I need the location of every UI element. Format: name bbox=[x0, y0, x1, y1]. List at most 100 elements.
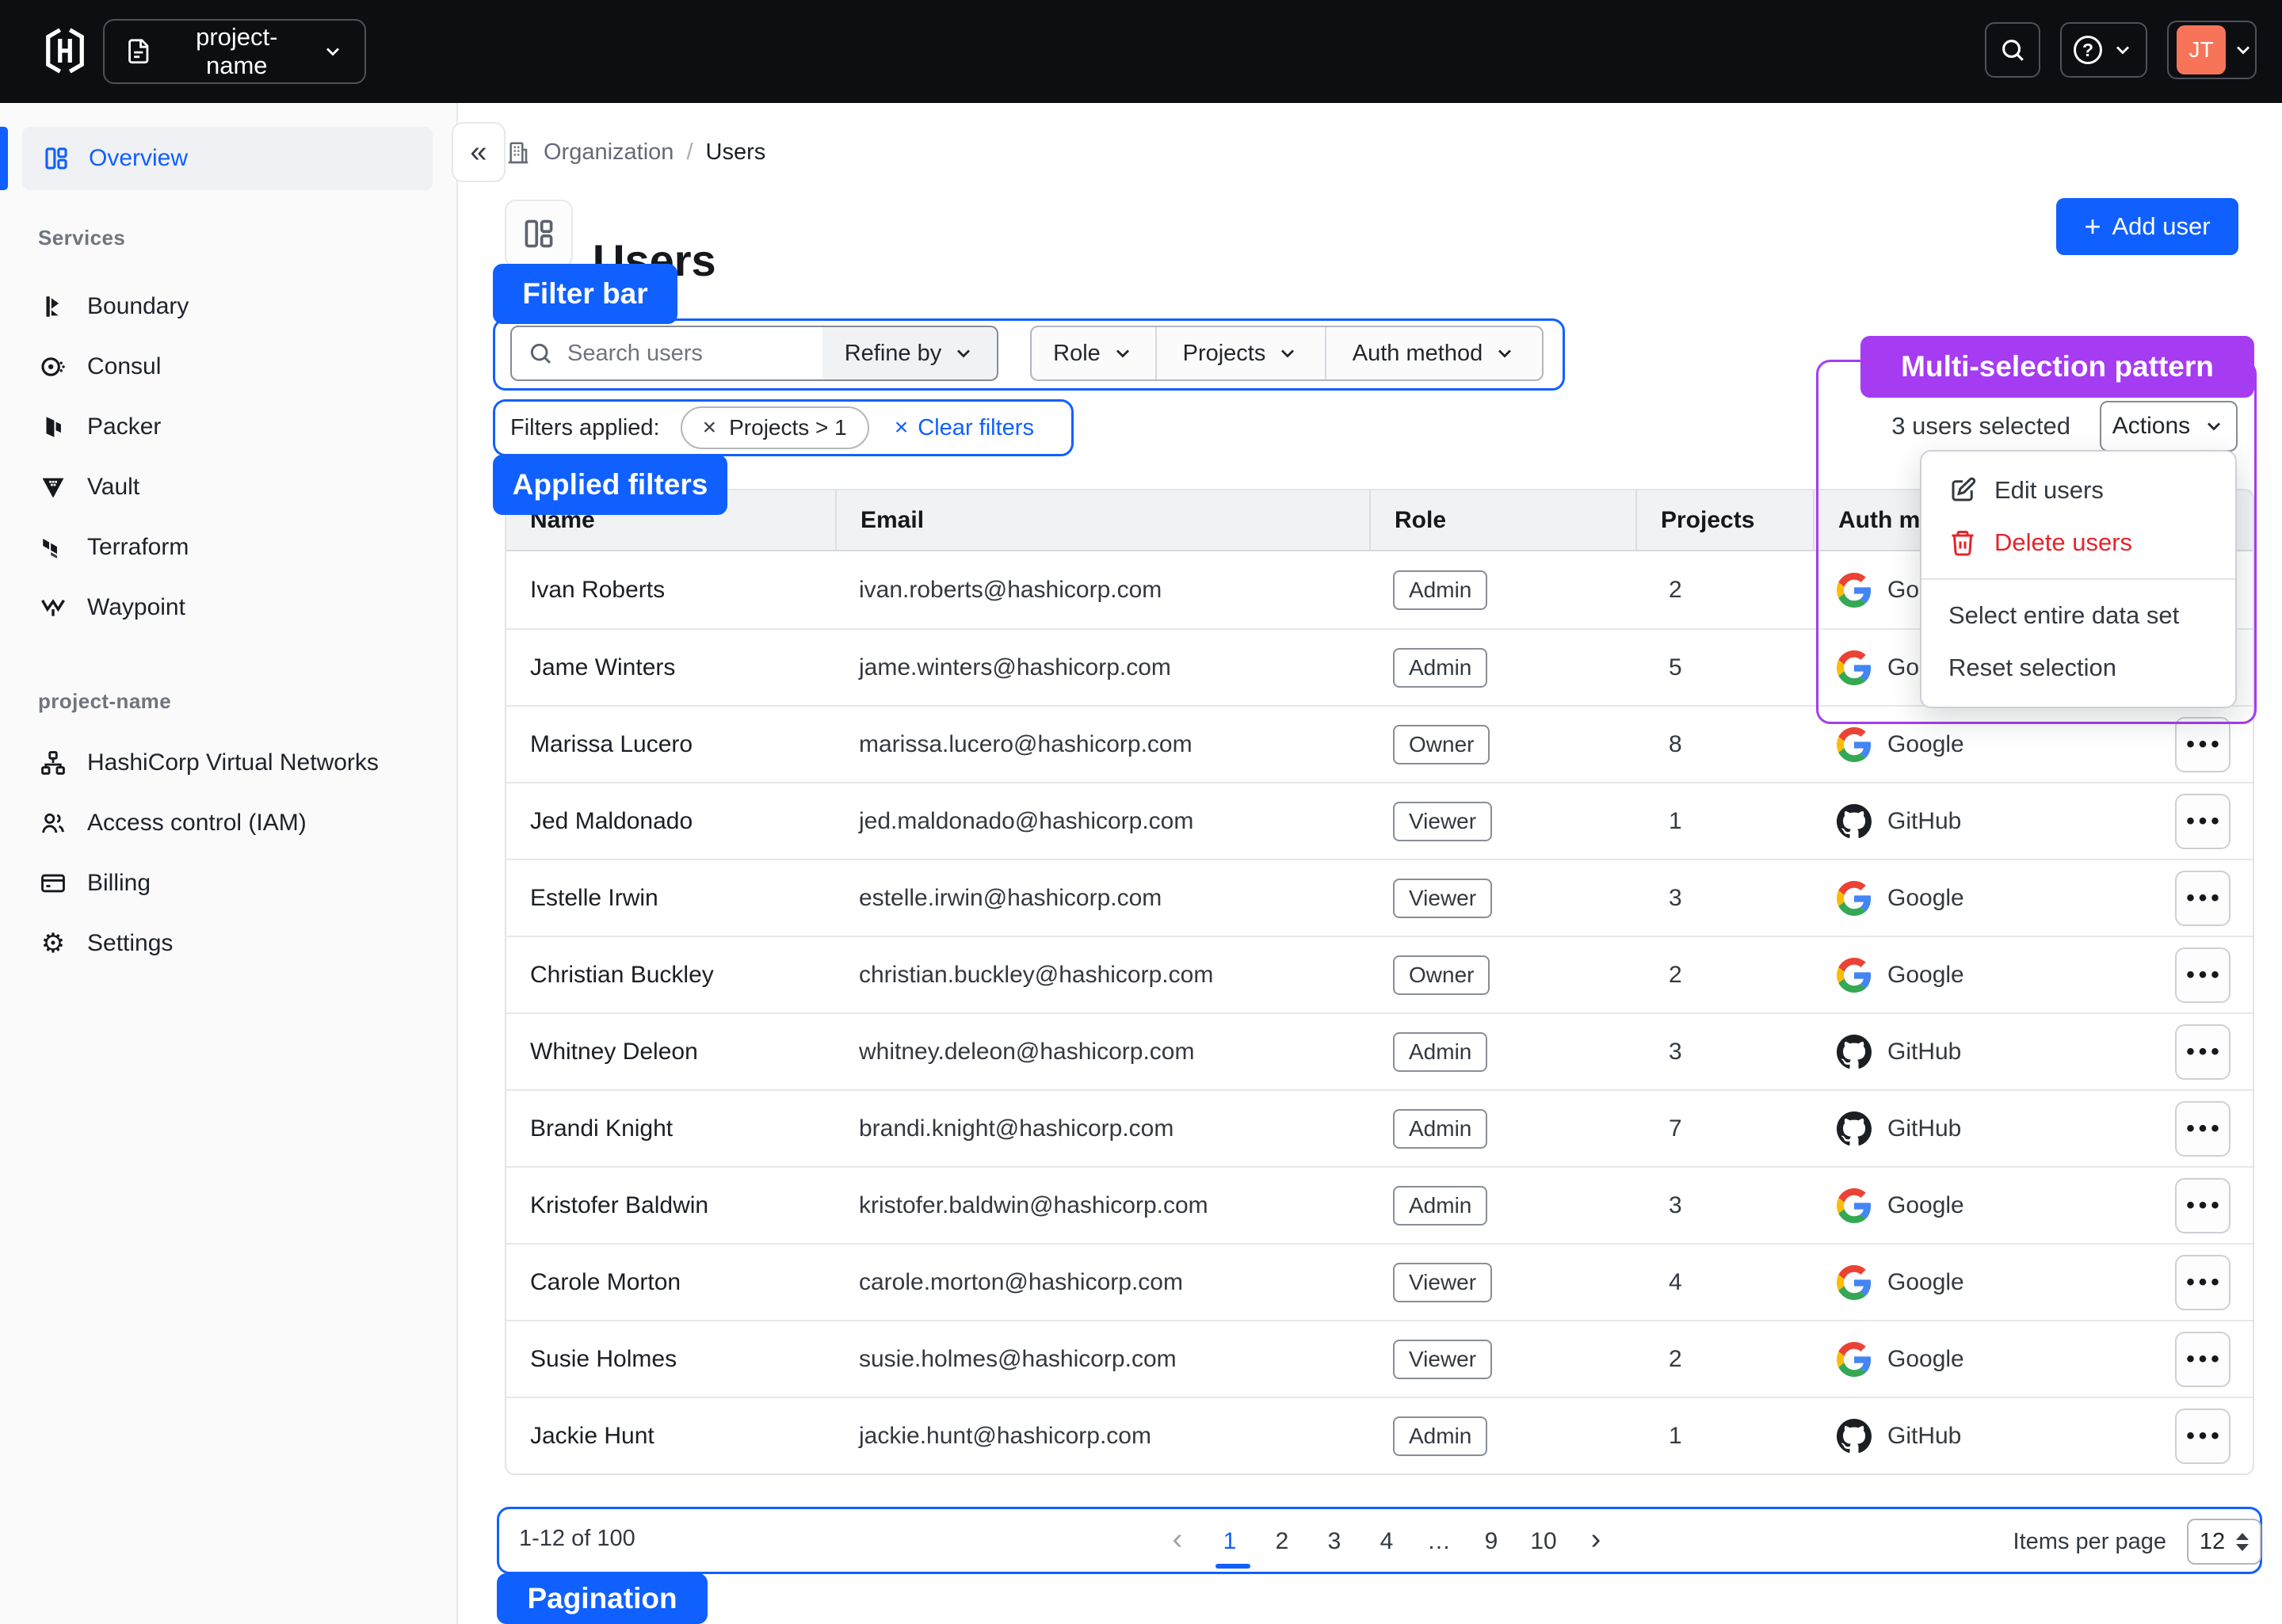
menu-item-edit-users[interactable]: Edit users bbox=[1921, 464, 2235, 517]
waypoint-icon bbox=[40, 594, 67, 621]
page-number-current[interactable]: 1 bbox=[1214, 1528, 1246, 1555]
google-icon bbox=[1837, 650, 1872, 685]
user-email: kristofer.baldwin@hashicorp.com bbox=[835, 1192, 1369, 1219]
menu-item-select-entire-data-set[interactable]: Select entire data set bbox=[1921, 589, 2235, 642]
hashicorp-logo-icon bbox=[41, 27, 89, 74]
row-overflow-button[interactable]: ••• bbox=[2175, 1409, 2230, 1464]
row-overflow-button[interactable]: ••• bbox=[2175, 717, 2230, 772]
help-menu-button[interactable]: ? bbox=[2060, 22, 2147, 78]
role-badge: Admin bbox=[1393, 1109, 1487, 1149]
stepper-carets-icon bbox=[2236, 1533, 2249, 1551]
ellipsis-icon: ••• bbox=[2182, 1040, 2223, 1064]
sidebar-item-access-control[interactable]: Access control (IAM) bbox=[22, 793, 433, 853]
sidebar-item-packer[interactable]: Packer bbox=[22, 397, 433, 457]
row-overflow-button[interactable]: ••• bbox=[2175, 1255, 2230, 1310]
google-icon bbox=[1837, 1265, 1872, 1300]
page-number[interactable]: 3 bbox=[1318, 1528, 1350, 1555]
user-email: ivan.roberts@hashicorp.com bbox=[835, 577, 1369, 604]
page-number[interactable]: 2 bbox=[1266, 1528, 1298, 1555]
row-overflow-button[interactable]: ••• bbox=[2175, 794, 2230, 849]
row-overflow-button[interactable]: ••• bbox=[2175, 947, 2230, 1003]
clear-filters-button[interactable]: × Clear filters bbox=[890, 414, 1039, 442]
row-overflow-button[interactable]: ••• bbox=[2175, 1332, 2230, 1387]
account-menu-button[interactable]: JT bbox=[2167, 21, 2257, 79]
search-icon bbox=[528, 341, 553, 366]
next-page-icon[interactable]: › bbox=[1580, 1524, 1612, 1559]
sidebar-item-virtual-networks[interactable]: HashiCorp Virtual Networks bbox=[22, 733, 433, 793]
main-content: « Organization / Users Users + Add user … bbox=[460, 103, 2282, 1624]
current-page-indicator bbox=[1215, 1564, 1250, 1569]
sidebar-heading-services: Services bbox=[38, 226, 125, 250]
user-email: jackie.hunt@hashicorp.com bbox=[835, 1423, 1369, 1450]
column-header-email[interactable]: Email bbox=[835, 490, 1369, 550]
sidebar-item-vault[interactable]: Vault bbox=[22, 457, 433, 517]
user-email: jame.winters@hashicorp.com bbox=[835, 654, 1369, 681]
sidebar-item-label: Overview bbox=[89, 145, 188, 172]
role-badge: Admin bbox=[1393, 1186, 1487, 1226]
ellipsis-icon: ••• bbox=[2182, 1271, 2223, 1294]
actions-dropdown-button[interactable]: Actions bbox=[2100, 401, 2238, 452]
auth-method-label: Google bbox=[1887, 962, 1964, 989]
sidebar-collapse-button[interactable]: « bbox=[452, 122, 506, 182]
page-number[interactable]: 9 bbox=[1475, 1528, 1507, 1555]
row-overflow-button[interactable]: ••• bbox=[2175, 1178, 2230, 1233]
items-per-page-label: Items per page bbox=[2013, 1529, 2166, 1555]
table-row: Christian Buckleychristian.buckley@hashi… bbox=[506, 936, 2253, 1012]
column-header-role[interactable]: Role bbox=[1369, 490, 1635, 550]
auth-method-label: Google bbox=[1887, 885, 1964, 912]
projects-count: 2 bbox=[1635, 962, 1813, 989]
auth-method-label: Google bbox=[1887, 1192, 1964, 1219]
breadcrumb-organization[interactable]: Organization bbox=[544, 139, 674, 166]
row-overflow-button[interactable]: ••• bbox=[2175, 871, 2230, 926]
search-users-input[interactable] bbox=[566, 340, 807, 368]
auth-method-label: GitHub bbox=[1887, 1039, 1961, 1066]
user-name: Whitney Deleon bbox=[506, 1039, 835, 1066]
projects-count: 8 bbox=[1635, 731, 1813, 758]
sidebar-item-label: Settings bbox=[87, 930, 173, 957]
top-nav: project-name ? JT bbox=[0, 0, 2282, 103]
filter-chip-projects[interactable]: × Projects > 1 bbox=[681, 406, 869, 449]
user-name: Jed Maldonado bbox=[506, 808, 835, 835]
search-button[interactable] bbox=[1985, 22, 2040, 78]
column-header-projects[interactable]: Projects bbox=[1635, 490, 1813, 550]
sidebar-item-consul[interactable]: Consul bbox=[22, 337, 433, 397]
sidebar-heading-project: project-name bbox=[38, 689, 171, 714]
consul-icon bbox=[40, 353, 67, 380]
row-overflow-button[interactable]: ••• bbox=[2175, 1101, 2230, 1157]
projects-filter-dropdown[interactable]: Projects bbox=[1155, 327, 1325, 379]
refine-by-dropdown[interactable]: Refine by bbox=[822, 326, 998, 381]
ellipsis-icon: ••• bbox=[2182, 810, 2223, 833]
vault-icon bbox=[40, 474, 67, 501]
ellipsis-icon: ••• bbox=[2182, 1194, 2223, 1218]
projects-count: 7 bbox=[1635, 1115, 1813, 1142]
user-email: whitney.deleon@hashicorp.com bbox=[835, 1039, 1369, 1066]
menu-item-reset-selection[interactable]: Reset selection bbox=[1921, 642, 2235, 694]
previous-page-icon[interactable]: ‹ bbox=[1162, 1524, 1193, 1559]
page-number[interactable]: 10 bbox=[1528, 1528, 1559, 1555]
breadcrumb-current: Users bbox=[706, 139, 766, 166]
auth-method-filter-dropdown[interactable]: Auth method bbox=[1325, 327, 1542, 379]
sidebar-item-overview[interactable]: Overview bbox=[22, 127, 433, 190]
role-badge: Admin bbox=[1393, 570, 1487, 610]
search-users-field bbox=[510, 326, 824, 381]
role-badge: Admin bbox=[1393, 1032, 1487, 1072]
role-filter-dropdown[interactable]: Role bbox=[1032, 327, 1155, 379]
items-per-page-stepper[interactable]: 12 bbox=[2187, 1519, 2261, 1565]
menu-item-delete-users[interactable]: Delete users bbox=[1921, 517, 2235, 569]
auth-method-label: Google bbox=[1887, 1346, 1964, 1373]
filters-applied-label: Filters applied: bbox=[510, 415, 660, 441]
user-email: jed.maldonado@hashicorp.com bbox=[835, 808, 1369, 835]
row-overflow-button[interactable]: ••• bbox=[2175, 1024, 2230, 1080]
sidebar-item-terraform[interactable]: Terraform bbox=[22, 517, 433, 578]
sidebar-item-settings[interactable]: ⚙ Settings bbox=[22, 913, 433, 974]
project-selector[interactable]: project-name bbox=[103, 19, 366, 84]
breadcrumb-separator: / bbox=[686, 139, 693, 166]
page-number[interactable]: 4 bbox=[1371, 1528, 1402, 1555]
sidebar-item-waypoint[interactable]: Waypoint bbox=[22, 578, 433, 638]
sidebar-item-billing[interactable]: Billing bbox=[22, 853, 433, 913]
sidebar-item-boundary[interactable]: Boundary bbox=[22, 276, 433, 337]
sidebar-item-label: HashiCorp Virtual Networks bbox=[87, 749, 379, 776]
add-user-button[interactable]: + Add user bbox=[2056, 198, 2238, 255]
ellipsis-icon: ••• bbox=[2182, 733, 2223, 757]
github-icon bbox=[1837, 1035, 1872, 1069]
